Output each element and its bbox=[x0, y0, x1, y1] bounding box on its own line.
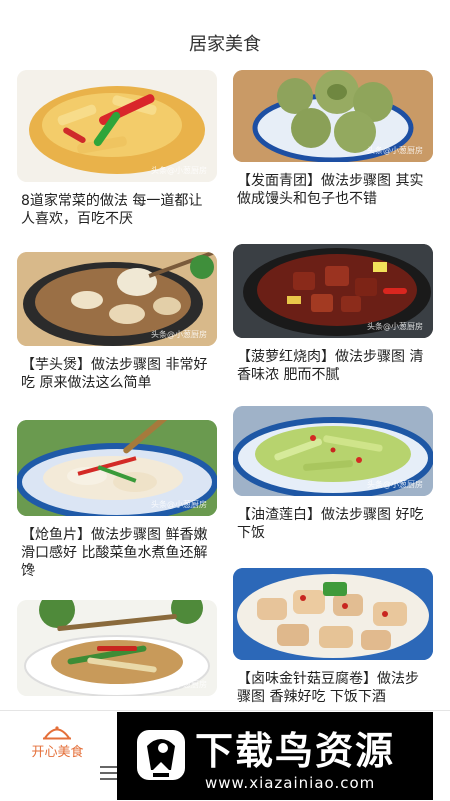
image-watermark: 头条@小葱厨房 bbox=[367, 480, 423, 489]
menu-icon[interactable] bbox=[100, 766, 118, 780]
recipe-card[interactable]: 头条@小葱厨房 【发面青团】做法步骤图 其实做成馒头和包子也不错 bbox=[233, 70, 433, 208]
image-watermark: 头条@小葱厨房 bbox=[151, 166, 207, 175]
recipe-title[interactable]: 【菠萝红烧肉】做法步骤图 清香味浓 肥而不腻 bbox=[233, 348, 433, 384]
page-title: 居家美食 bbox=[189, 34, 261, 55]
promo-banner[interactable]: 下载鸟资源 www.xiazainiao.com bbox=[117, 712, 433, 800]
recipe-title[interactable]: 【炝鱼片】做法步骤图 鲜香嫩滑口感好 比酸菜鱼水煮鱼还解馋 bbox=[17, 526, 217, 580]
image-watermark: 头条@小葱厨房 bbox=[151, 500, 207, 509]
recipe-card[interactable]: 头条@小葱厨房 【芋头煲】做法步骤图 非常好吃 原来做法这么简单 bbox=[17, 252, 217, 392]
recipe-image[interactable]: 头条@小葱厨房 bbox=[17, 420, 217, 516]
recipe-image[interactable]: 头条@小葱厨房 bbox=[17, 70, 217, 182]
image-watermark: 头条@小葱厨房 bbox=[151, 330, 207, 339]
bird-logo-icon bbox=[137, 730, 185, 780]
tab-home[interactable]: 开心美食 bbox=[0, 711, 115, 801]
recipe-title[interactable]: 【卤味金针菇豆腐卷】做法步骤图 香辣好吃 下饭下酒 bbox=[233, 670, 433, 706]
tab-home-label: 开心美食 bbox=[31, 745, 84, 760]
recipe-card[interactable]: 头条@小葱厨房 bbox=[17, 600, 217, 696]
recipe-image[interactable]: 头条@小葱厨房 bbox=[233, 70, 433, 162]
recipe-title[interactable]: 8道家常菜的做法 每一道都让人喜欢，百吃不厌 bbox=[17, 192, 217, 228]
recipe-title[interactable]: 【发面青团】做法步骤图 其实做成馒头和包子也不错 bbox=[233, 172, 433, 208]
recipe-card[interactable]: 头条@小葱厨房 【菠萝红烧肉】做法步骤图 清香味浓 肥而不腻 bbox=[233, 244, 433, 384]
recipe-image[interactable] bbox=[233, 568, 433, 660]
recipe-title[interactable]: 【芋头煲】做法步骤图 非常好吃 原来做法这么简单 bbox=[17, 356, 217, 392]
cloche-icon bbox=[43, 726, 71, 740]
image-watermark: 头条@小葱厨房 bbox=[367, 322, 423, 331]
recipe-card[interactable]: 头条@小葱厨房 【炝鱼片】做法步骤图 鲜香嫩滑口感好 比酸菜鱼水煮鱼还解馋 bbox=[17, 420, 217, 580]
image-watermark: 头条@小葱厨房 bbox=[151, 680, 207, 689]
promo-title: 下载鸟资源 bbox=[195, 729, 396, 773]
recipe-title[interactable]: 【油渣莲白】做法步骤图 好吃下饭 bbox=[233, 506, 433, 542]
image-watermark: 头条@小葱厨房 bbox=[367, 146, 423, 155]
recipe-image[interactable]: 头条@小葱厨房 bbox=[233, 406, 433, 496]
promo-url: www.xiazainiao.com bbox=[205, 774, 376, 792]
recipe-image[interactable]: 头条@小葱厨房 bbox=[233, 244, 433, 338]
recipe-card[interactable]: 头条@小葱厨房 8道家常菜的做法 每一道都让人喜欢，百吃不厌 bbox=[17, 70, 217, 228]
recipe-image[interactable]: 头条@小葱厨房 bbox=[17, 252, 217, 346]
recipe-image[interactable]: 头条@小葱厨房 bbox=[17, 600, 217, 696]
recipe-card[interactable]: 【卤味金针菇豆腐卷】做法步骤图 香辣好吃 下饭下酒 bbox=[233, 568, 433, 706]
recipe-card[interactable]: 头条@小葱厨房 【油渣莲白】做法步骤图 好吃下饭 bbox=[233, 406, 433, 542]
